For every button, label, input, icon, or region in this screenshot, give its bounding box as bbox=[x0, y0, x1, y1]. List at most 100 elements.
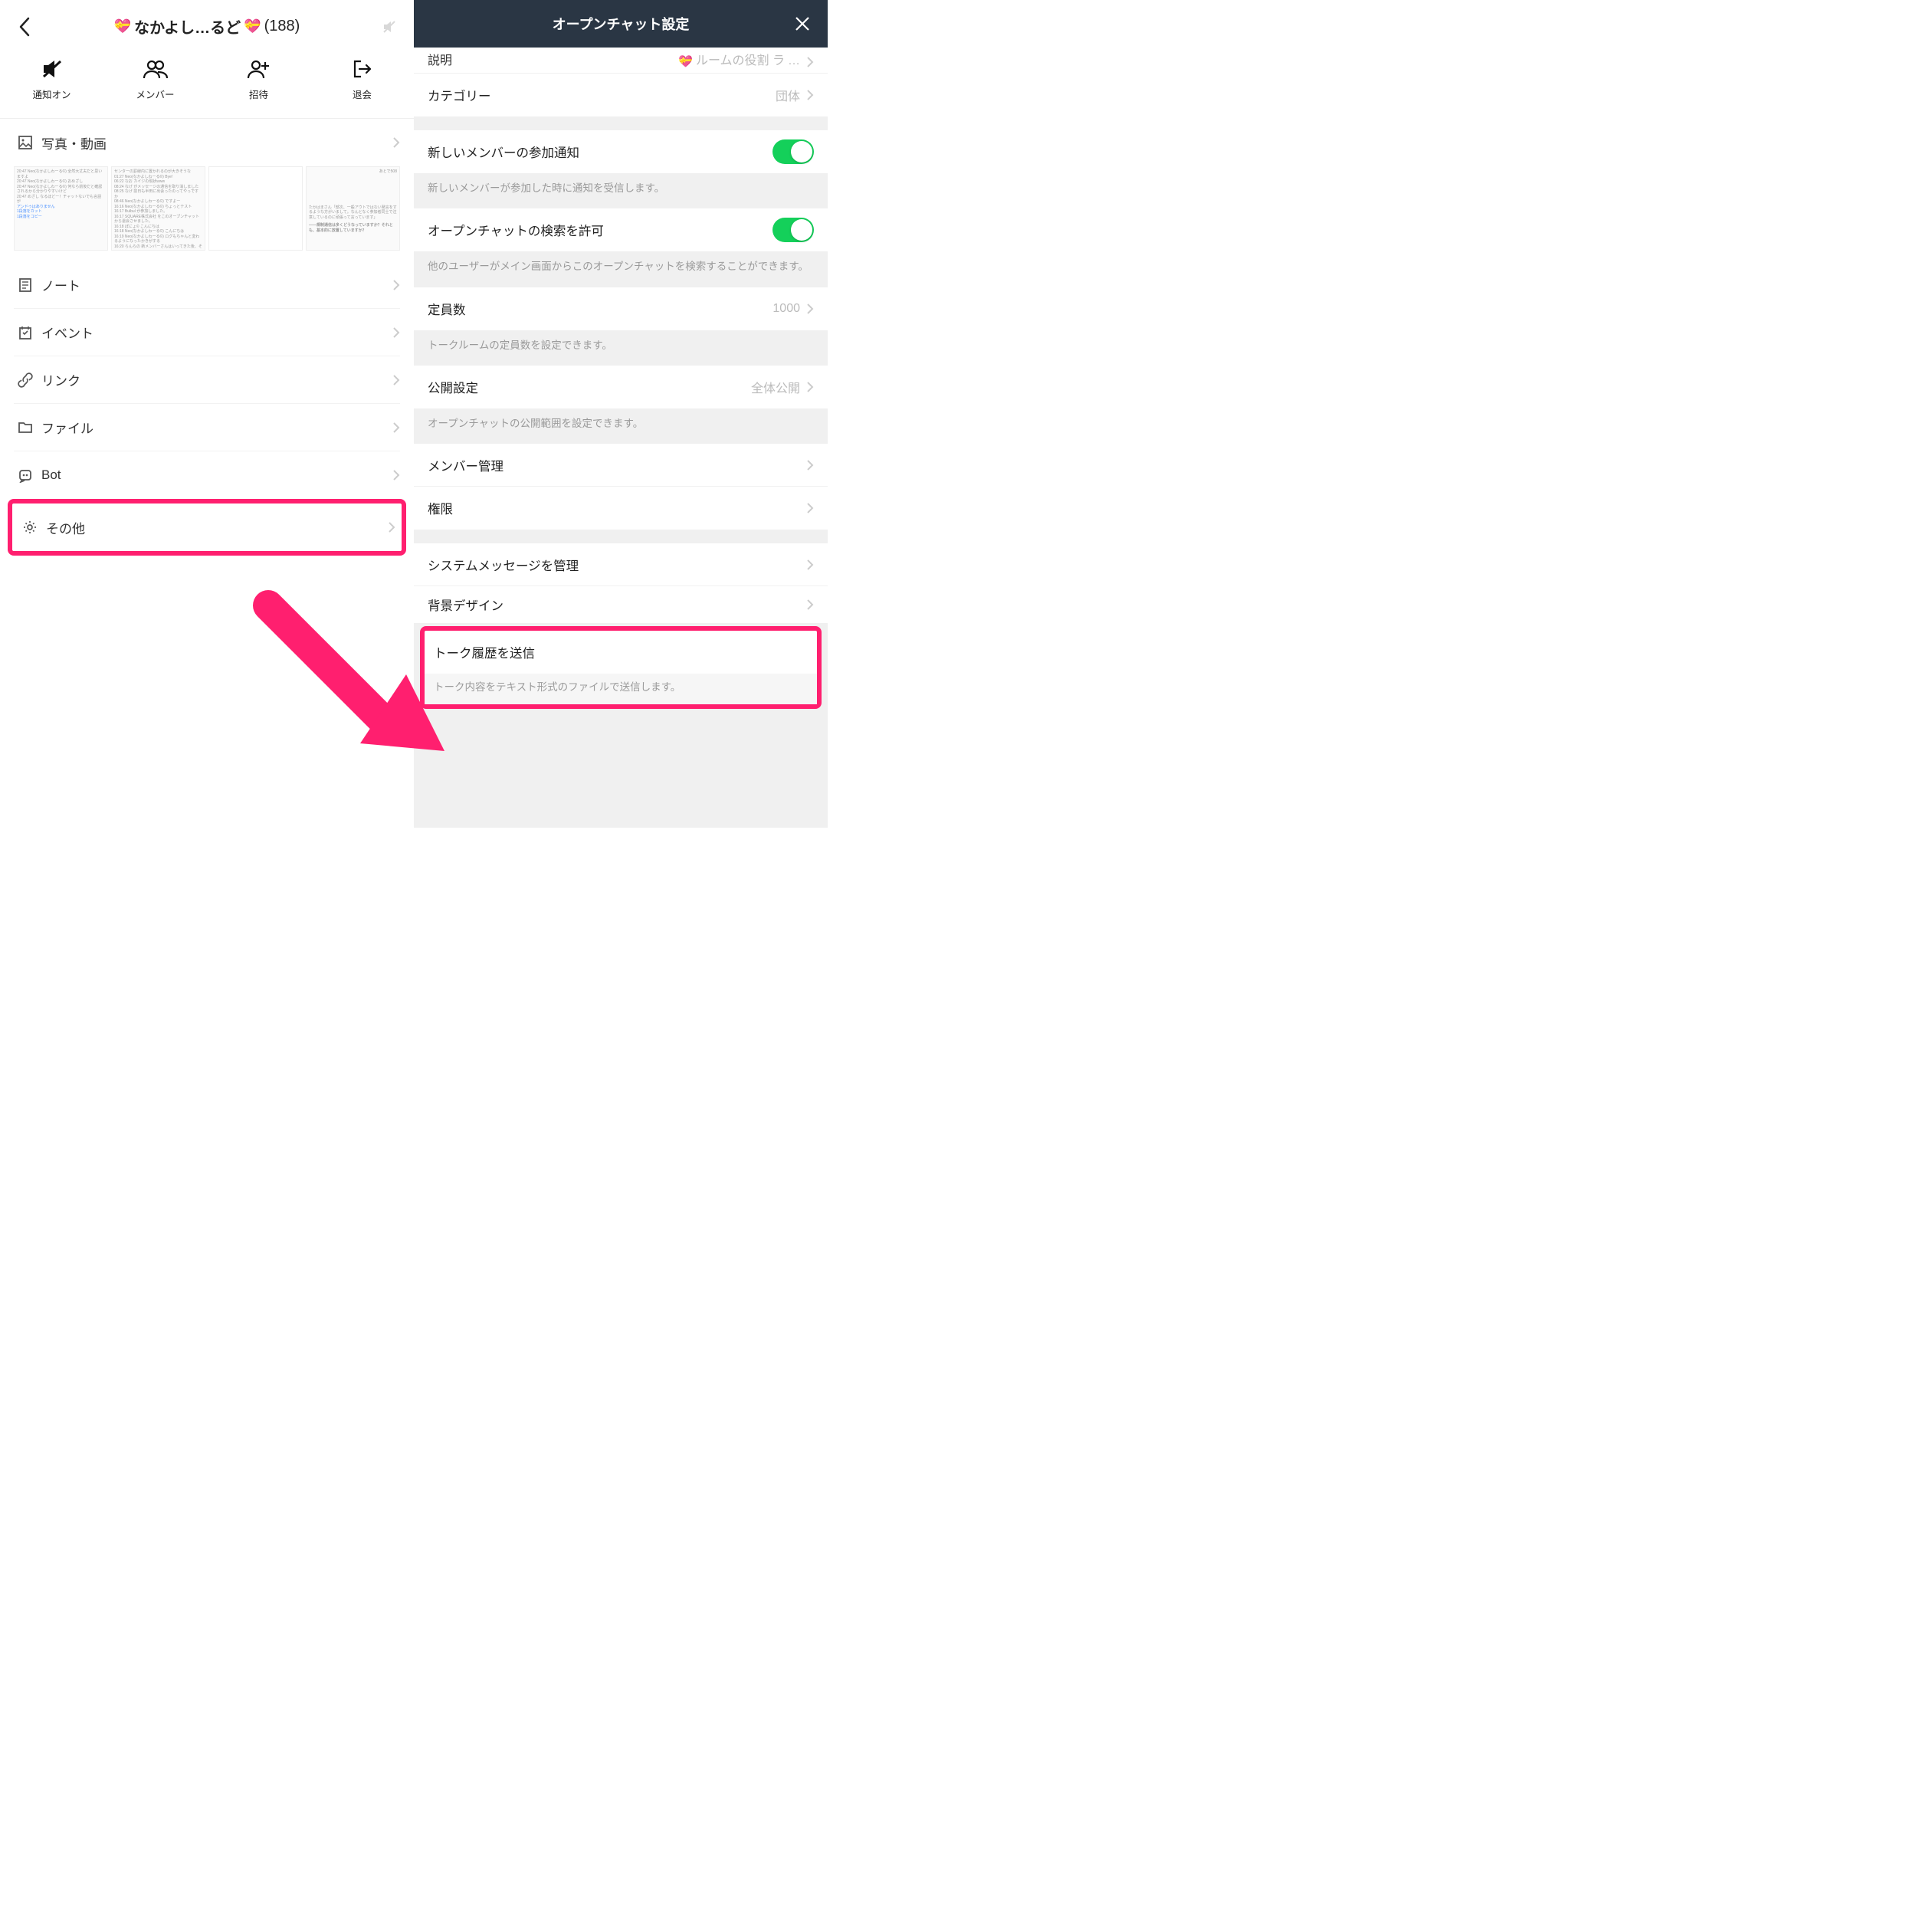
chevron-right-icon bbox=[392, 136, 400, 149]
folder-icon bbox=[14, 421, 37, 435]
leave-button[interactable]: 退会 bbox=[310, 57, 414, 101]
note-icon bbox=[14, 277, 37, 293]
chat-title: なかよし…るど bbox=[134, 15, 241, 38]
public-setting-row[interactable]: 公開設定 全体公開 bbox=[414, 366, 828, 408]
photo-icon bbox=[14, 135, 37, 150]
category-row[interactable]: カテゴリー 団体 bbox=[414, 74, 828, 116]
invite-icon bbox=[247, 57, 271, 80]
gear-icon bbox=[18, 520, 41, 535]
public-desc: オープンチャットの公開範囲を設定できます。 bbox=[414, 408, 828, 444]
event-row[interactable]: イベント bbox=[14, 309, 400, 356]
note-row[interactable]: ノート bbox=[14, 261, 400, 309]
thumbnail[interactable]: あとで508 たかはまさん「部次、一般アウトではない発言をするような方がいまして… bbox=[306, 166, 400, 251]
description-row[interactable]: 説明 💝 ルームの役割 ラ … bbox=[414, 48, 828, 74]
chevron-right-icon bbox=[800, 56, 814, 68]
chevron-right-icon bbox=[388, 521, 395, 533]
bot-label: Bot bbox=[37, 467, 392, 483]
thumbnail[interactable] bbox=[208, 166, 303, 251]
speaker-off-icon bbox=[41, 57, 64, 80]
new-member-notify-row: 新しいメンバーの参加通知 bbox=[414, 130, 828, 173]
sysmsg-label: システムメッセージを管理 bbox=[428, 556, 800, 574]
member-mgmt-label: メンバー管理 bbox=[428, 456, 800, 474]
member-count: (188) bbox=[264, 18, 300, 35]
description-label: 説明 bbox=[428, 50, 678, 68]
close-icon bbox=[794, 15, 811, 32]
bgdesign-label: 背景デザイン bbox=[428, 595, 800, 614]
capacity-row[interactable]: 定員数 1000 bbox=[414, 287, 828, 330]
link-icon bbox=[14, 372, 37, 388]
capacity-desc: トークルームの定員数を設定できます。 bbox=[414, 330, 828, 366]
calendar-icon bbox=[14, 325, 37, 340]
close-button[interactable] bbox=[791, 15, 814, 32]
chevron-right-icon bbox=[800, 459, 814, 471]
speaker-muted-icon bbox=[382, 19, 397, 34]
file-row[interactable]: ファイル bbox=[14, 404, 400, 451]
new-member-label: 新しいメンバーの参加通知 bbox=[428, 143, 772, 161]
capacity-value: 1000 bbox=[772, 302, 800, 316]
members-icon bbox=[143, 57, 169, 80]
chevron-left-icon bbox=[18, 16, 31, 38]
chevron-right-icon bbox=[392, 279, 400, 291]
search-allow-row: オープンチャットの検索を許可 bbox=[414, 208, 828, 251]
thumbnail[interactable]: 20:47 Neo(なかよしわーる©) 全然大丈夫だと思いますよ20:47 Ne… bbox=[14, 166, 108, 251]
quick-actions: 通知オン メンバー 招待 退会 bbox=[0, 47, 414, 119]
members-label: メンバー bbox=[136, 87, 174, 101]
thumbnail[interactable]: センターの罫線内に置かれるのが大きそうな01:27 Neo(なかよしわーる©) … bbox=[111, 166, 205, 251]
chevron-right-icon bbox=[392, 326, 400, 339]
new-member-desc: 新しいメンバーが参加した時に通知を受信します。 bbox=[414, 173, 828, 208]
chevron-right-icon bbox=[800, 502, 814, 514]
member-management-row[interactable]: メンバー管理 bbox=[414, 444, 828, 487]
note-label: ノート bbox=[37, 275, 392, 294]
search-allow-label: オープンチャットの検索を許可 bbox=[428, 221, 772, 239]
link-label: リンク bbox=[37, 370, 392, 389]
chat-menu-screen: 💝 なかよし…るど 💝 (188) 通知オン メンバー 招待 bbox=[0, 0, 414, 828]
new-member-toggle[interactable] bbox=[772, 139, 814, 164]
send-history-label: トーク履歴を送信 bbox=[434, 643, 808, 661]
ellipsis: … bbox=[785, 54, 800, 68]
media-row[interactable]: 写真・動画 bbox=[14, 119, 400, 166]
chevron-right-icon bbox=[392, 421, 400, 434]
notify-on-button[interactable]: 通知オン bbox=[0, 57, 103, 101]
sparkle-heart-icon: 💝 bbox=[678, 54, 693, 68]
media-thumbnails[interactable]: 20:47 Neo(なかよしわーる©) 全然大丈夫だと思いますよ20:47 Ne… bbox=[0, 166, 414, 261]
capacity-label: 定員数 bbox=[428, 300, 772, 318]
notify-label: 通知オン bbox=[32, 87, 71, 101]
openchat-settings-screen: オープンチャット設定 説明 💝 ルームの役割 ラ … カテゴリー 団体 新しいメ… bbox=[414, 0, 828, 828]
members-button[interactable]: メンバー bbox=[103, 57, 207, 101]
leave-icon bbox=[352, 57, 373, 80]
category-value: 団体 bbox=[776, 86, 800, 104]
send-history-row[interactable]: トーク履歴を送信 bbox=[425, 631, 817, 674]
chevron-right-icon bbox=[392, 374, 400, 386]
chevron-right-icon bbox=[392, 469, 400, 481]
sparkle-heart-icon: 💝 bbox=[244, 18, 261, 34]
back-button[interactable] bbox=[12, 16, 37, 38]
other-row[interactable]: その他 bbox=[12, 504, 402, 551]
search-allow-toggle[interactable] bbox=[772, 218, 814, 242]
settings-title: オープンチャット設定 bbox=[451, 14, 791, 34]
chevron-right-icon bbox=[800, 89, 814, 101]
chevron-right-icon bbox=[800, 559, 814, 571]
sparkle-heart-icon: 💝 bbox=[114, 18, 131, 34]
permission-label: 権限 bbox=[428, 499, 800, 517]
background-design-row[interactable]: 背景デザイン bbox=[414, 586, 828, 623]
category-label: カテゴリー bbox=[428, 86, 776, 104]
chevron-right-icon bbox=[800, 303, 814, 315]
send-history-desc: トーク内容をテキスト形式のファイルで送信します。 bbox=[425, 674, 817, 704]
file-label: ファイル bbox=[37, 418, 392, 437]
chevron-right-icon bbox=[800, 381, 814, 393]
invite-button[interactable]: 招待 bbox=[207, 57, 310, 101]
media-label: 写真・動画 bbox=[37, 133, 392, 153]
link-row[interactable]: リンク bbox=[14, 356, 400, 404]
permission-row[interactable]: 権限 bbox=[414, 487, 828, 530]
mute-indicator bbox=[377, 19, 402, 34]
public-label: 公開設定 bbox=[428, 378, 751, 396]
chat-title-wrap: 💝 なかよし…るど 💝 (188) bbox=[37, 15, 377, 38]
other-label: その他 bbox=[41, 518, 388, 537]
description-value: ルームの役割 ラ bbox=[693, 50, 785, 68]
bot-icon bbox=[14, 467, 37, 483]
system-message-row[interactable]: システムメッセージを管理 bbox=[414, 543, 828, 586]
bot-row[interactable]: Bot bbox=[14, 451, 400, 499]
left-header: 💝 なかよし…るど 💝 (188) bbox=[0, 0, 414, 47]
event-label: イベント bbox=[37, 323, 392, 342]
highlight-other: その他 bbox=[8, 499, 406, 556]
